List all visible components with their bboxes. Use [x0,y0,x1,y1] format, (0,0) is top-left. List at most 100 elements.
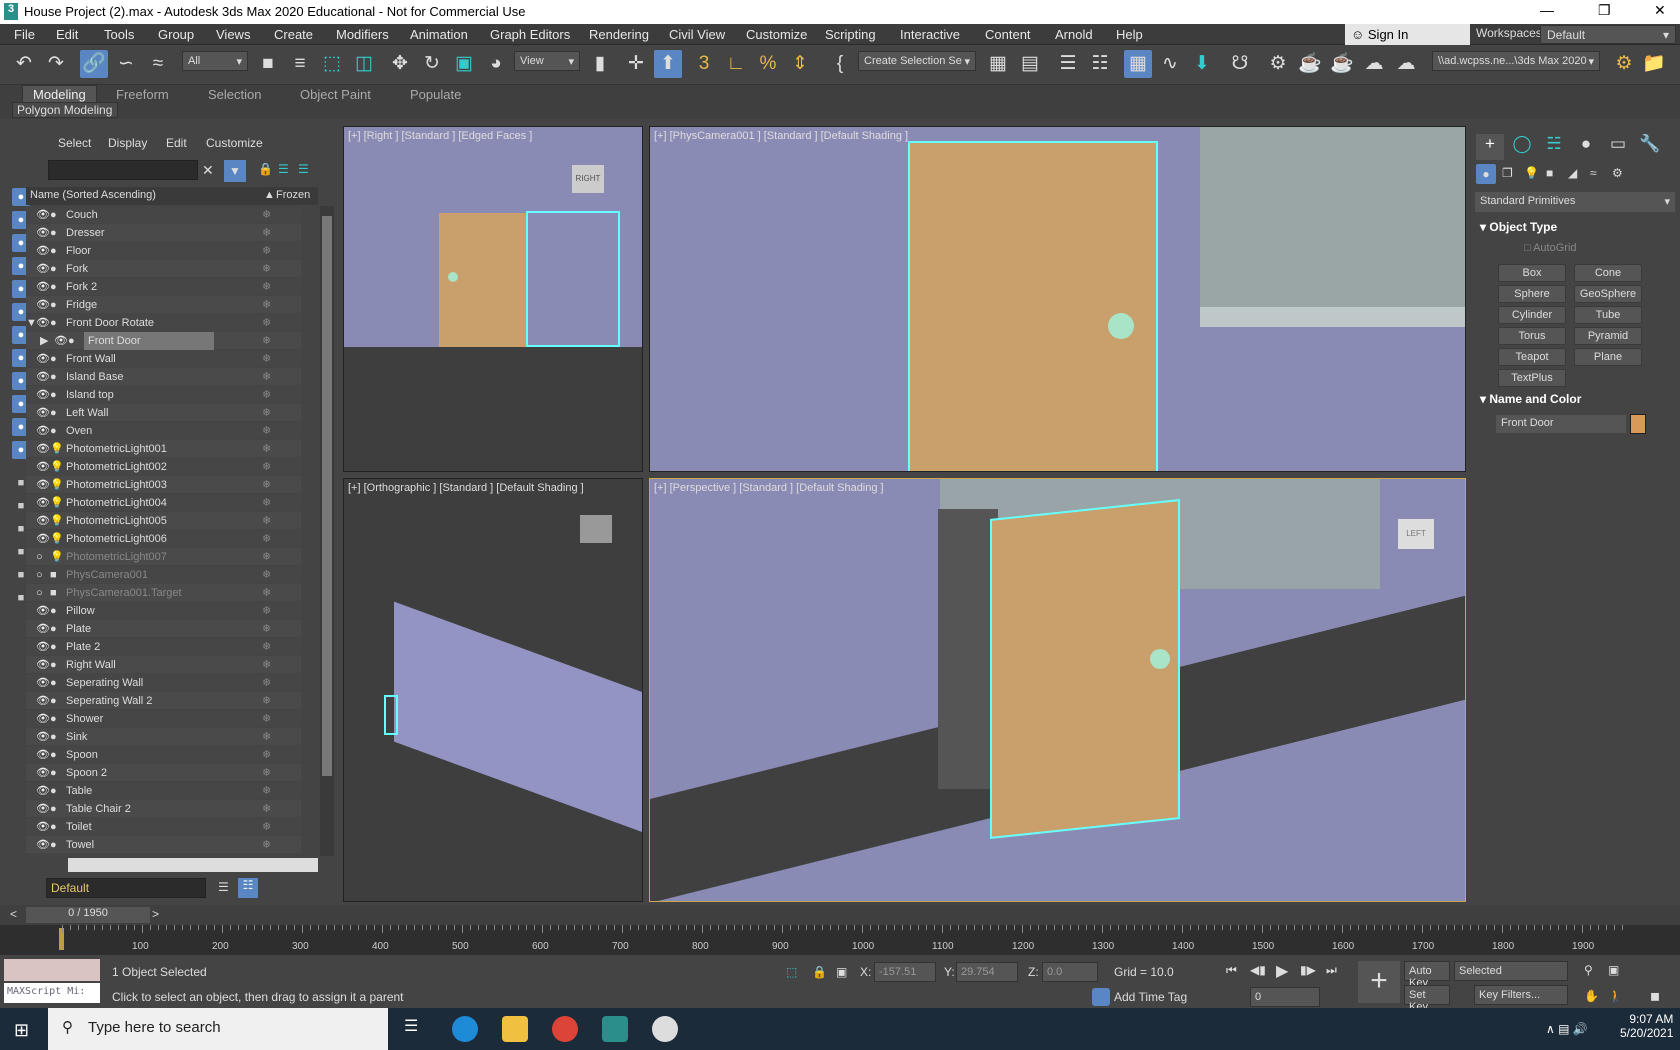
undo-icon[interactable]: ↶ [10,50,38,78]
explorer-row[interactable]: 👁 ● Fridge ❄ [26,296,301,314]
explorer-menu-edit[interactable]: Edit [166,136,187,150]
explorer-row[interactable]: 👁 ● Shower ❄ [26,710,301,728]
percent-snap-icon[interactable]: % [754,50,782,78]
viewport-label[interactable]: [+] [Orthographic ] [Standard ] [Default… [348,482,584,494]
shapes-icon[interactable]: ❐ [1502,166,1513,180]
visibility-eye-icon[interactable]: 👁 [36,260,50,278]
prev-frame-icon[interactable]: < [10,907,17,921]
visibility-eye-icon[interactable]: 👁 [36,512,50,530]
walk-icon[interactable]: 🚶 [1608,989,1623,1003]
maximize-button[interactable]: ❐ [1598,2,1611,19]
menu-customize[interactable]: Customize [746,27,807,42]
display-tab-icon[interactable]: ▭ [1604,134,1632,160]
utilities-tab-icon[interactable]: 🔧 [1636,134,1664,160]
layer-dropdown[interactable]: Default [46,878,206,898]
explorer-row[interactable]: 👁 ● Couch ❄ [26,206,301,224]
render-in-cloud-icon[interactable]: ☁ [1360,50,1388,78]
zoom-icon[interactable]: ⚲ [1584,963,1593,977]
menu-civil-view[interactable]: Civil View [669,27,725,42]
visibility-eye-icon[interactable]: 👁 [36,728,50,746]
visibility-eye-icon[interactable]: 👁 [54,332,68,350]
menu-tools[interactable]: Tools [104,27,134,42]
filter-icon[interactable]: ▼ [224,160,246,182]
motion-tab-icon[interactable]: ● [1572,134,1600,160]
explorer-row[interactable]: 👁 ● Floor ❄ [26,242,301,260]
freeze-icon[interactable]: ❄ [262,602,271,620]
object-name-input[interactable]: Front Door [1496,415,1626,433]
visibility-eye-icon[interactable]: 👁 [36,818,50,836]
freeze-icon[interactable]: ❄ [262,296,271,314]
explorer-row[interactable]: 👁 ● Fork 2 ❄ [26,278,301,296]
layer-hierarchy-icon[interactable]: ☰ [298,162,309,176]
explorer-row[interactable]: ○ 💡 PhotometricLight007 ❄ [26,548,301,566]
close-button[interactable]: ✕ [1654,2,1666,19]
visibility-eye-icon[interactable]: 👁 [36,476,50,494]
explorer-row[interactable]: ▶ 👁 ● Front Door ❄ [26,332,301,350]
freeze-icon[interactable]: ❄ [262,494,271,512]
set-key-button[interactable]: Set Key [1404,985,1450,1013]
visibility-eye-icon[interactable]: 👁 [36,422,50,440]
current-frame-input[interactable]: 0 [1250,987,1320,1007]
clear-search-icon[interactable]: ✕ [202,162,214,179]
viewcube[interactable] [580,515,612,543]
link-icon[interactable]: 🔗 [80,50,108,78]
menu-help[interactable]: Help [1116,27,1143,42]
explorer-row[interactable]: 👁 ● Dresser ❄ [26,224,301,242]
key-filters-button[interactable]: Key Filters... [1474,985,1568,1005]
freeze-icon[interactable]: ❄ [262,746,271,764]
explorer-scrollbar[interactable] [320,206,334,856]
snaps-toggle-icon[interactable]: 3 [690,50,718,78]
viewport-camera[interactable]: [+] [PhysCamera001 ] [Standard ] [Defaul… [649,126,1466,472]
freeze-icon[interactable]: ❄ [262,530,271,548]
visibility-eye-icon[interactable]: 👁 [36,746,50,764]
menu-modifiers[interactable]: Modifiers [336,27,389,42]
redo-icon[interactable]: ↷ [42,50,70,78]
freeze-icon[interactable]: ❄ [262,512,271,530]
x-coordinate-input[interactable]: -157.51 [874,962,936,982]
visibility-eye-icon[interactable]: 👁 [36,692,50,710]
rendered-frame-window-icon[interactable]: ☕ [1296,50,1324,78]
visibility-eye-icon[interactable]: 👁 [36,314,50,332]
visibility-eye-icon[interactable]: ○ [36,566,43,584]
menu-animation[interactable]: Animation [410,27,468,42]
freeze-icon[interactable]: ❄ [262,656,271,674]
edit-named-selection-icon[interactable]: { [826,50,854,78]
polygon-modeling-panel[interactable]: Polygon Modeling [12,102,118,118]
freeze-icon[interactable]: ❄ [262,818,271,836]
hierarchy-tab-icon[interactable]: ☵ [1540,134,1568,160]
selection-filter-dropdown[interactable]: All ▾ [182,51,248,71]
cameras-icon[interactable]: ■ [1546,166,1553,180]
freeze-icon[interactable]: ❄ [262,800,271,818]
geometry-icon[interactable]: ● [1476,164,1496,184]
explorer-row[interactable]: 👁 ● Seperating Wall ❄ [26,674,301,692]
explorer-row[interactable]: 👁 💡 PhotometricLight003 ❄ [26,476,301,494]
explorer-row[interactable]: 👁 ● Spoon 2 ❄ [26,764,301,782]
selection-lock-icon[interactable]: 🔒 [812,965,827,979]
explorer-row[interactable]: 👁 💡 PhotometricLight006 ❄ [26,530,301,548]
mirror-icon[interactable]: ▦ [984,50,1012,78]
taskbar-search[interactable]: ⚲ Type here to search [48,1008,388,1050]
unlink-icon[interactable]: ∽ [112,50,140,78]
freeze-icon[interactable]: ❄ [262,440,271,458]
go-to-end-icon[interactable]: ⏭ [1326,963,1337,978]
viewport-orthographic[interactable]: [+] [Orthographic ] [Standard ] [Default… [343,478,643,902]
explorer-row[interactable]: 👁 ● Table Chair 2 ❄ [26,800,301,818]
freeze-icon[interactable]: ❄ [262,674,271,692]
menu-views[interactable]: Views [216,27,250,42]
project-folder-icon[interactable]: 📁 [1640,50,1668,78]
object-type-rollout[interactable]: ▾ Object Type [1480,220,1557,234]
create-pyramid-button[interactable]: Pyramid [1574,327,1642,345]
explorer-row[interactable]: 👁 ● Towel ❄ [26,836,301,854]
freeze-icon[interactable]: ❄ [262,368,271,386]
visibility-eye-icon[interactable]: ○ [36,548,43,566]
scene-explorer-toggle-icon[interactable]: ☰ [1054,50,1082,78]
freeze-icon[interactable]: ❄ [262,350,271,368]
align-icon[interactable]: ▤ [1016,50,1044,78]
explorer-menu-select[interactable]: Select [58,136,91,150]
create-tab-icon[interactable]: + [1476,134,1504,160]
create-teapot-button[interactable]: Teapot [1498,348,1566,366]
reference-coordinate-dropdown[interactable]: View ▾ [514,51,580,71]
isolate-icon[interactable]: ⬚ [786,965,797,979]
explorer-row[interactable]: 👁 ● Pillow ❄ [26,602,301,620]
visibility-eye-icon[interactable]: 👁 [36,206,50,224]
